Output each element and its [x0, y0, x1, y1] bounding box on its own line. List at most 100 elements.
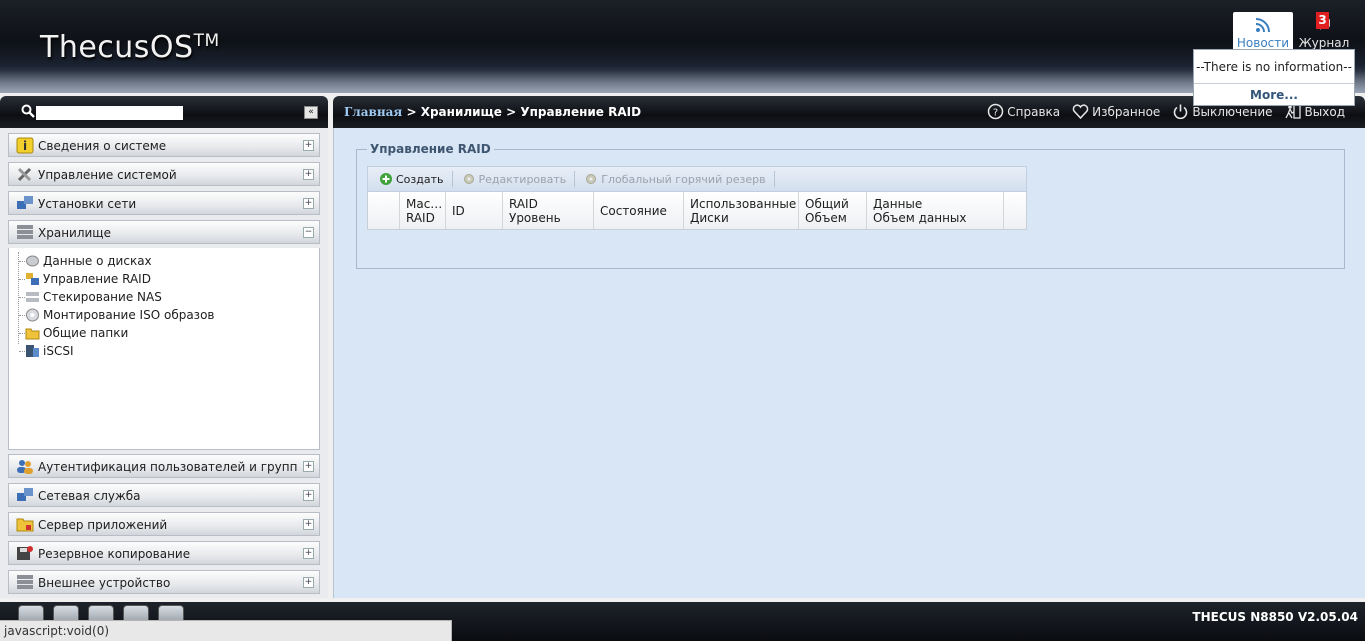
tab-journal-label: Журнал — [1298, 36, 1350, 50]
expand-icon[interactable]: + — [303, 169, 314, 180]
power-icon — [1174, 104, 1188, 120]
svg-text:i: i — [23, 139, 27, 153]
favorites-button[interactable]: Избранное — [1072, 103, 1160, 120]
sidebar-item-label: iSCSI — [43, 344, 74, 358]
collapse-icon[interactable]: − — [303, 227, 314, 238]
column-header-line1: Мас… — [406, 197, 443, 211]
network-service-icon — [17, 488, 33, 501]
sidebar-item-iso-mount[interactable]: Монтирование ISO образов — [18, 306, 214, 324]
backup-icon — [17, 546, 33, 560]
column-header-id[interactable]: ID — [446, 192, 503, 229]
column-header-raid-level[interactable]: RAID Уровень — [503, 192, 594, 229]
search-input[interactable] — [36, 106, 183, 120]
collapse-sidebar-button[interactable]: « — [304, 106, 318, 119]
sidebar-panel-label: Сервер приложений — [38, 518, 168, 532]
rss-icon — [1233, 16, 1293, 34]
sidebar-panel-storage[interactable]: Хранилище − — [8, 220, 320, 244]
edit-button[interactable]: Редактировать — [459, 172, 575, 186]
journal-count-badge: 3 — [1316, 12, 1329, 29]
grid-toolbar: Создать Редактировать Глобальный горячий… — [367, 166, 1027, 192]
gear-icon — [463, 174, 474, 184]
sidebar-item-shared-folders[interactable]: Общие папки — [18, 324, 214, 342]
news-more-link[interactable]: More... — [1194, 84, 1354, 106]
sidebar-panel-label: Сведения о системе — [38, 139, 167, 153]
sidebar-item-label: Общие папки — [43, 326, 129, 340]
column-header-line2: Диски — [690, 211, 729, 225]
gear-icon — [586, 174, 597, 184]
create-button[interactable]: Создать — [376, 172, 452, 186]
network-icon — [17, 196, 33, 209]
column-header-used-disks[interactable]: Использованные Диски — [684, 192, 799, 229]
app-server-icon — [16, 518, 34, 532]
sidebar-panel-network-settings[interactable]: Установки сети + — [8, 191, 320, 215]
breadcrumb-home-link[interactable]: Главная — [344, 105, 402, 119]
column-header-line1: Состояние — [600, 204, 667, 218]
storage-icon — [17, 225, 33, 239]
disk-icon — [26, 255, 39, 267]
help-button[interactable]: ? Справка — [987, 103, 1060, 120]
users-icon — [17, 460, 33, 474]
raid-grid: Создать Редактировать Глобальный горячий… — [367, 166, 1027, 230]
column-header-data-capacity[interactable]: Данные Объем данных — [867, 192, 1004, 229]
expand-icon[interactable]: + — [303, 490, 314, 501]
column-header-checkbox[interactable] — [368, 192, 400, 229]
sidebar-panel-label: Управление системой — [38, 168, 177, 182]
expand-icon[interactable]: + — [303, 548, 314, 559]
tab-news-label: Новости — [1236, 36, 1290, 50]
sidebar-item-iscsi[interactable]: iSCSI — [18, 342, 214, 360]
sidebar-item-raid[interactable]: Управление RAID — [18, 270, 214, 288]
header: ThecusOSTM Новости 3 Журнал — [0, 0, 1365, 93]
toolbar-separator — [773, 171, 775, 187]
sidebar-panel-external-device[interactable]: Внешнее устройство + — [8, 570, 320, 594]
column-header-line2: Объем данных — [873, 211, 967, 225]
tools-icon — [17, 167, 32, 182]
search-icon — [21, 104, 35, 118]
sidebar-item-nas-stacking[interactable]: Стекирование NAS — [18, 288, 214, 306]
column-header-total-capacity[interactable]: Общий Объем — [799, 192, 867, 229]
sidebar-panel-label: Внешнее устройство — [38, 576, 171, 590]
breadcrumb: Главная > Хранилище > Управление RAID — [344, 105, 641, 119]
breadcrumb-path: > Хранилище > Управление RAID — [402, 105, 642, 119]
add-icon — [380, 173, 392, 185]
sidebar-item-disk-info[interactable]: Данные о дисках — [18, 252, 214, 270]
column-header-extra — [1004, 192, 1026, 229]
toolbar-separator — [574, 171, 576, 187]
tab-news[interactable]: Новости — [1233, 12, 1293, 50]
info-icon: i — [16, 137, 34, 154]
sidebar-item-label: Данные о дисках — [43, 254, 152, 268]
column-header-line1: Данные — [873, 197, 923, 211]
heart-icon — [1072, 104, 1089, 120]
sidebar-panel-app-server[interactable]: Сервер приложений + — [8, 512, 320, 536]
sidebar-panel-system-info[interactable]: i Сведения о системе + — [8, 133, 320, 157]
column-header-master-raid[interactable]: Мас… RAID — [400, 192, 446, 229]
sidebar-panel-user-auth[interactable]: Аутентификация пользователей и групп + — [8, 454, 320, 478]
raid-icon — [26, 273, 39, 285]
tree-line — [18, 252, 19, 344]
news-empty-text: --There is no information-- — [1194, 50, 1354, 84]
sidebar-panel-network-service[interactable]: Сетевая служба + — [8, 483, 320, 507]
section-title: Управление RAID — [367, 142, 494, 156]
edit-label: Редактировать — [478, 172, 567, 186]
tab-journal[interactable]: 3 Журнал — [1294, 12, 1354, 50]
column-header-line2: Уровень — [509, 211, 561, 225]
column-header-line2: Объем — [805, 211, 847, 225]
news-popup: --There is no information-- More... — [1193, 49, 1355, 106]
global-spare-label: Глобальный горячий резерв — [601, 172, 766, 186]
search-bar: « — [0, 96, 328, 128]
expand-icon[interactable]: + — [303, 577, 314, 588]
expand-icon[interactable]: + — [303, 198, 314, 209]
column-header-line1: Использованные — [690, 197, 797, 211]
iscsi-icon — [26, 345, 39, 357]
global-hot-spare-button[interactable]: Глобальный горячий резерв — [581, 172, 773, 186]
create-label: Создать — [396, 172, 444, 186]
sidebar-item-label: Стекирование NAS — [43, 290, 162, 304]
shutdown-label: Выключение — [1192, 104, 1273, 119]
expand-icon[interactable]: + — [303, 140, 314, 151]
column-header-status[interactable]: Состояние — [594, 192, 684, 229]
expand-icon[interactable]: + — [303, 461, 314, 472]
iso-icon — [26, 308, 39, 322]
expand-icon[interactable]: + — [303, 519, 314, 530]
browser-status-bar: javascript:void(0) — [0, 620, 452, 641]
sidebar-panel-backup[interactable]: Резервное копирование + — [8, 541, 320, 565]
sidebar-panel-system-management[interactable]: Управление системой + — [8, 162, 320, 186]
